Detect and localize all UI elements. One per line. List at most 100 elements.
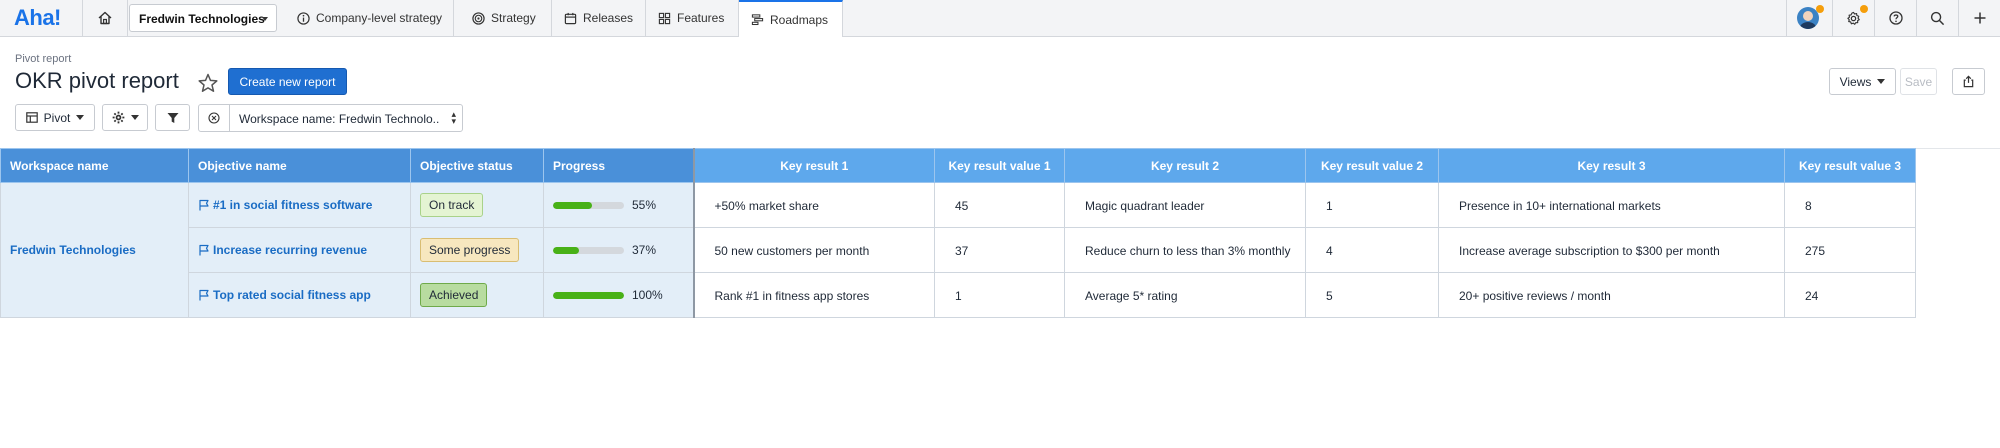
key-result-cell: Increase average subscription to $300 pe… <box>1438 227 1785 273</box>
pivot-label: Pivot <box>43 110 71 125</box>
key-result-cell: 50 new customers per month <box>693 227 935 273</box>
column-header[interactable]: Key result value 1 <box>934 148 1065 183</box>
workspace-select-label: Fredwin Technologies <box>139 12 265 26</box>
key-result-cell: 20+ positive reviews / month <box>1438 272 1785 318</box>
key-result-cell: Presence in 10+ international markets <box>1438 182 1785 228</box>
progress-cell: 55% <box>543 182 695 228</box>
info-circle-icon <box>297 11 310 25</box>
chevron-down-icon <box>1877 79 1886 84</box>
key-result-cell: +50% market share <box>693 182 935 228</box>
key-result-value-cell: 8 <box>1784 182 1916 228</box>
pivot-view-button[interactable]: Pivot <box>15 104 95 131</box>
target-icon <box>472 11 485 25</box>
table-icon <box>25 112 38 123</box>
progress-value: 55% <box>632 198 657 212</box>
column-header[interactable]: Key result value 2 <box>1305 148 1439 183</box>
tab-roadmaps[interactable]: Roadmaps <box>739 0 843 37</box>
objective-name: Increase recurring revenue <box>213 243 368 257</box>
objective-link[interactable]: Top rated social fitness app <box>198 288 401 302</box>
progress-bar-fill <box>553 201 593 209</box>
key-result-value-cell: 275 <box>1784 227 1916 273</box>
objective-cell: #1 in social fitness software <box>188 182 411 228</box>
breadcrumb[interactable]: Pivot report <box>15 53 71 65</box>
column-header[interactable]: Key result value 3 <box>1784 148 1916 183</box>
objective-link[interactable]: #1 in social fitness software <box>198 198 401 212</box>
column-header[interactable]: Progress <box>543 148 695 183</box>
sort-updown-icon: ▴ ▾ <box>451 109 456 126</box>
progress-bar <box>553 246 624 254</box>
filter-icon <box>167 112 178 123</box>
chevron-down-icon <box>130 115 139 120</box>
column-header[interactable]: Workspace name <box>0 148 189 183</box>
views-button[interactable]: Views <box>1829 68 1896 95</box>
tab-label: Strategy <box>491 11 536 25</box>
share-icon <box>1963 75 1974 88</box>
objective-link[interactable]: Increase recurring revenue <box>198 243 401 257</box>
remove-filter-button[interactable] <box>199 105 230 131</box>
objective-cell: Increase recurring revenue <box>188 227 411 273</box>
progress-value: 100% <box>632 288 663 302</box>
page-title: OKR pivot report <box>15 68 179 93</box>
key-result-value-cell: 4 <box>1305 227 1439 273</box>
create-new-report-button[interactable]: Create new report <box>228 68 347 95</box>
save-button[interactable]: Save <box>1900 68 1937 95</box>
objective-cell: Top rated social fitness app <box>188 272 411 318</box>
key-result-cell: Magic quadrant leader <box>1064 182 1306 228</box>
progress-cell: 37% <box>543 227 695 273</box>
settings-button[interactable] <box>1832 0 1874 36</box>
close-circle-icon <box>208 112 220 124</box>
export-button[interactable] <box>1952 68 1985 95</box>
key-result-value-cell: 1 <box>1305 182 1439 228</box>
key-result-cell: Rank #1 in fitness app stores <box>693 272 935 318</box>
status-badge: Achieved <box>420 283 488 307</box>
gear-icon <box>112 111 124 124</box>
help-button[interactable] <box>1874 0 1916 36</box>
filter-button[interactable] <box>155 104 190 131</box>
column-header[interactable]: Key result 3 <box>1438 148 1785 183</box>
column-header[interactable]: Objective name <box>188 148 411 183</box>
objective-name: #1 in social fitness software <box>213 198 373 212</box>
workspace-link[interactable]: Fredwin Technologies <box>10 243 136 257</box>
status-cell: Achieved <box>410 272 544 318</box>
report-settings-button[interactable] <box>102 104 148 131</box>
key-result-value-cell: 24 <box>1784 272 1916 318</box>
progress-bar <box>553 291 624 299</box>
tab-features[interactable]: Features <box>646 0 739 36</box>
favorite-star-button[interactable] <box>197 72 219 97</box>
home-icon <box>98 11 112 25</box>
workspace-filter[interactable]: Workspace name: Fredwin Technolo... ▴ ▾ <box>198 104 463 132</box>
progress-bar-fill <box>553 291 624 299</box>
column-header[interactable]: Key result 1 <box>693 148 935 183</box>
tab-label: Company-level strategy <box>316 11 443 25</box>
column-header[interactable]: Objective status <box>410 148 544 183</box>
search-button[interactable] <box>1916 0 1958 36</box>
plus-icon <box>1974 12 1985 24</box>
pivot-table: Workspace name Objective name Objective … <box>0 148 1916 318</box>
chevron-down-icon <box>76 115 85 120</box>
tab-label: Releases <box>583 11 634 25</box>
key-result-value-cell: 1 <box>934 272 1065 318</box>
tab-releases[interactable]: Releases <box>552 0 646 36</box>
avatar <box>1796 7 1819 29</box>
objective-name: Top rated social fitness app <box>213 288 371 302</box>
column-header[interactable]: Key result 2 <box>1064 148 1306 183</box>
aha-logo[interactable]: Aha! <box>14 5 61 31</box>
tab-label: Roadmaps <box>770 12 829 27</box>
flag-icon <box>199 289 209 301</box>
calendar-icon <box>564 12 577 24</box>
table-row: Top rated social fitness app Achieved 10… <box>1 272 1916 318</box>
star-icon <box>198 73 218 92</box>
status-badge: On track <box>420 193 484 217</box>
views-label: Views <box>1839 74 1872 89</box>
key-result-value-cell: 5 <box>1305 272 1439 318</box>
workspace-select[interactable]: Fredwin Technologies <box>129 4 277 32</box>
home-button[interactable] <box>82 0 128 36</box>
filter-label: Workspace name: Fredwin Technolo... <box>239 112 439 126</box>
add-button[interactable] <box>1958 0 2000 36</box>
user-avatar-button[interactable] <box>1786 0 1828 36</box>
status-cell: Some progress <box>410 227 544 273</box>
tab-strategy[interactable]: Strategy <box>460 0 552 36</box>
tab-company-level-strategy[interactable]: Company-level strategy <box>285 0 454 36</box>
roadmap-icon <box>751 14 764 26</box>
progress-bar-fill <box>553 246 580 254</box>
